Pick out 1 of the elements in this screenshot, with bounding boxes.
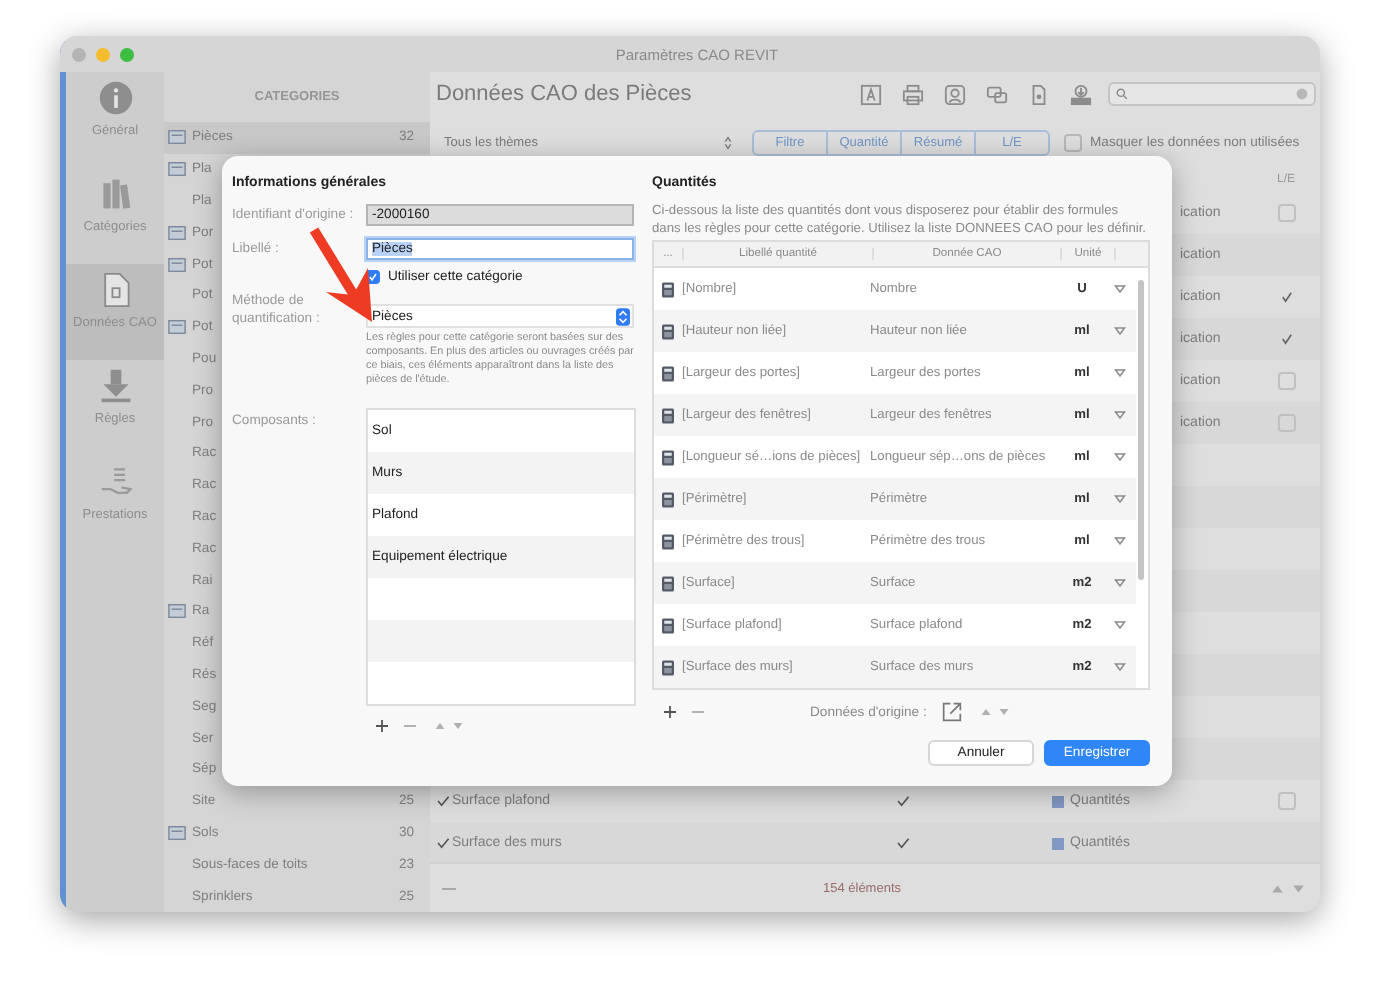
- page-title: Données CAO des Pièces: [436, 82, 692, 106]
